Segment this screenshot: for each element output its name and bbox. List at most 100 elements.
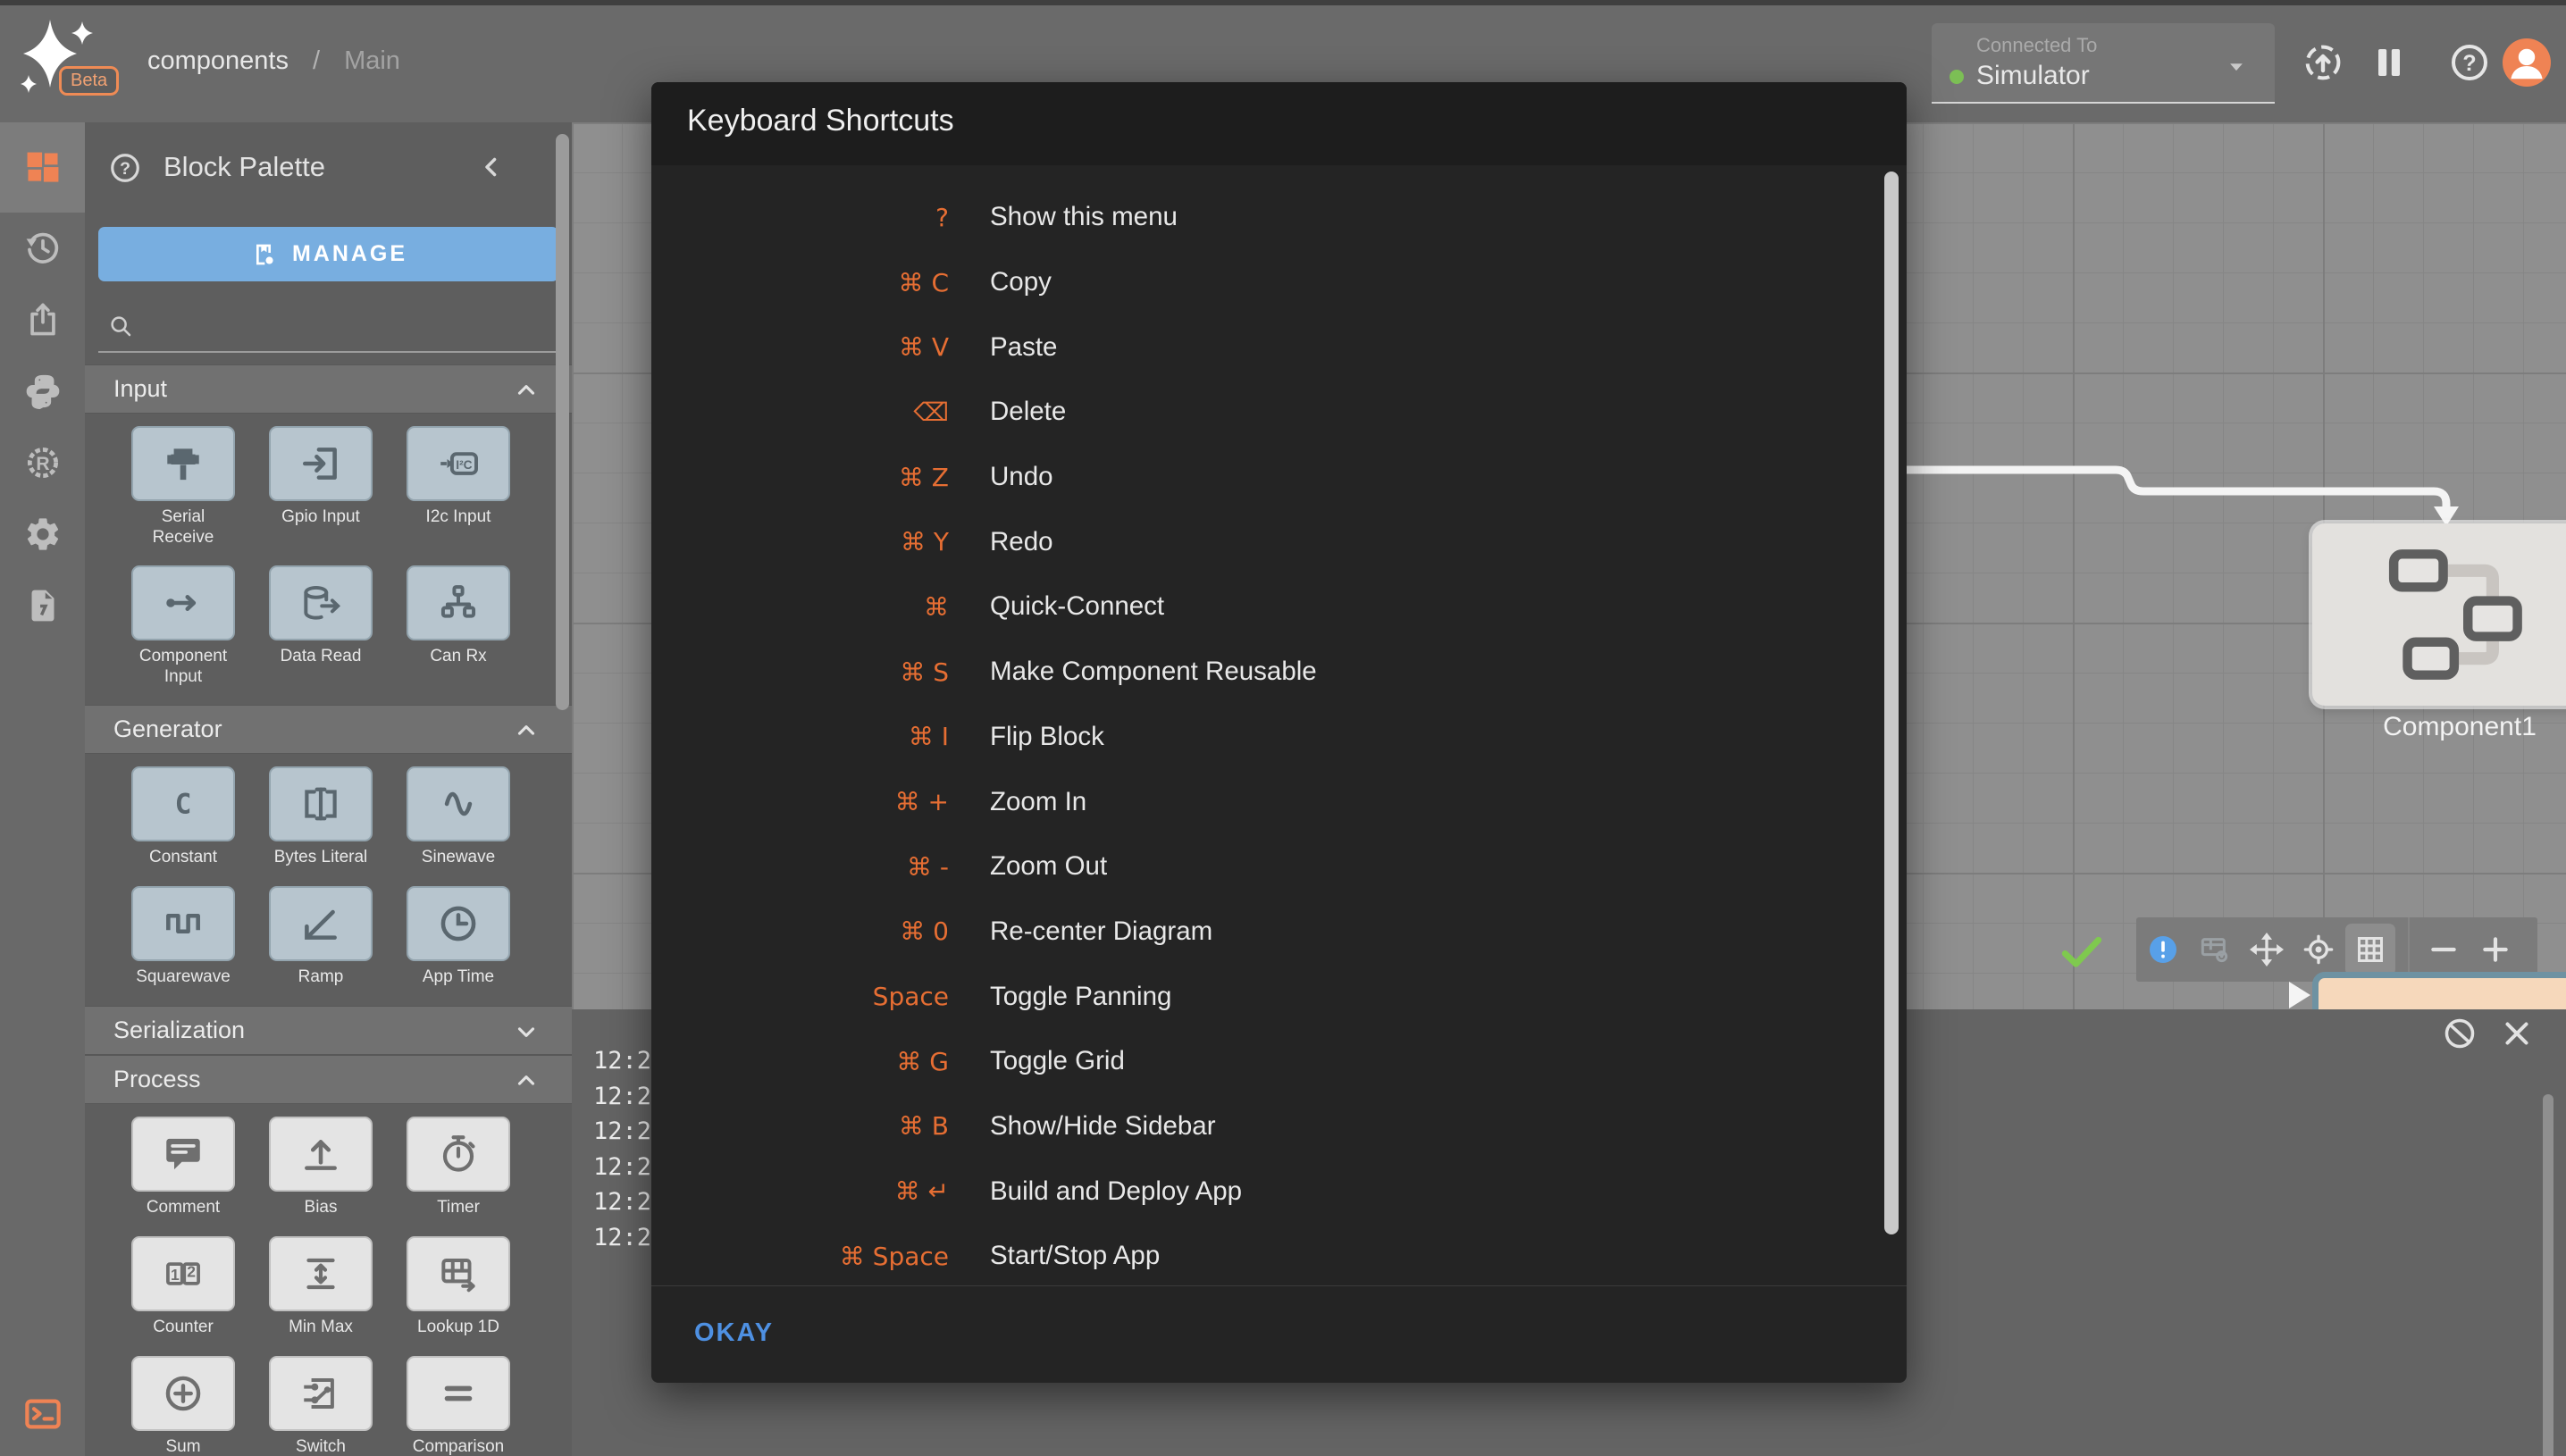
block-lookup-1d[interactable] — [407, 1236, 510, 1311]
compinput-icon — [166, 595, 197, 611]
comment-icon — [166, 1138, 200, 1170]
locate-button[interactable] — [2293, 924, 2344, 975]
okay-button[interactable]: OKAY — [678, 1310, 790, 1357]
console-scrollbar[interactable] — [2543, 1094, 2553, 1456]
rail-block-palette[interactable] — [0, 122, 85, 213]
person-icon — [2511, 48, 2543, 79]
toggle-grid-button[interactable] — [2345, 924, 2395, 975]
shortcut-keys: ⌘ - — [906, 851, 949, 882]
gpio-icon — [303, 448, 337, 480]
block-icon — [2444, 1018, 2475, 1049]
block-cell-counter: 1 2 Counter — [131, 1236, 235, 1338]
help-button[interactable]: ? — [2448, 41, 2491, 84]
rail-settings[interactable] — [0, 498, 85, 570]
dialog-scrollbar[interactable] — [1884, 172, 1899, 1234]
block-bytes-literal[interactable] — [269, 766, 373, 841]
block-sum[interactable] — [131, 1356, 235, 1431]
pause-button[interactable] — [2368, 41, 2411, 84]
block-i2c-input[interactable]: I²C — [407, 426, 510, 501]
console-clear-button[interactable] — [2441, 1015, 2478, 1052]
collapse-panel-button[interactable] — [476, 152, 507, 182]
section-header-generator[interactable]: Generator — [85, 705, 572, 754]
block-comparison[interactable] — [407, 1356, 510, 1431]
zoom-out-button[interactable] — [2419, 924, 2469, 975]
block-cell-data-read: Data Read — [269, 565, 373, 687]
block-constant[interactable]: C — [131, 766, 235, 841]
block-cell-bias: Bias — [269, 1117, 373, 1218]
block-counter[interactable]: 12 — [131, 1236, 235, 1311]
block-can-rx[interactable] — [407, 565, 510, 640]
rail-rust[interactable]: R — [0, 427, 85, 498]
shortcut-label: Zoom In — [990, 786, 1087, 816]
component-node[interactable] — [2312, 523, 2566, 706]
block-label: I2c Input — [425, 507, 491, 526]
counter-icon: 12 — [166, 1262, 200, 1285]
rail-export[interactable] — [0, 284, 85, 356]
connection-label: Connected To — [1976, 34, 2098, 56]
block-app-time[interactable] — [407, 886, 510, 961]
block-data-read[interactable] — [269, 565, 373, 640]
bias-icon — [305, 1140, 337, 1170]
pan-button[interactable] — [2242, 924, 2292, 975]
chevron-down-icon — [517, 1027, 535, 1037]
block-switch[interactable] — [269, 1356, 373, 1431]
rail-python[interactable] — [0, 356, 85, 427]
left-rail: R — [0, 122, 85, 1456]
block-cell-comment: Comment — [131, 1117, 235, 1218]
lookup-icon — [441, 1259, 475, 1293]
close-icon — [2505, 1022, 2528, 1045]
palette-help-icon[interactable]: ? — [108, 151, 142, 185]
block-squarewave[interactable] — [131, 886, 235, 961]
shortcut-label: Delete — [990, 397, 1067, 427]
breadcrumb-section[interactable]: components — [147, 46, 289, 76]
move-icon — [2249, 932, 2285, 967]
block-gpio-input[interactable] — [269, 426, 373, 501]
rail-terminal[interactable] — [0, 1393, 85, 1435]
section-header-input[interactable]: Input — [85, 364, 572, 414]
chevron-up-icon — [517, 725, 535, 735]
alerts-button[interactable] — [2138, 924, 2188, 975]
block-sinewave[interactable] — [407, 766, 510, 841]
manage-button[interactable]: MANAGE — [98, 227, 558, 281]
minus-icon — [2431, 947, 2456, 952]
svg-text:1: 1 — [171, 1266, 180, 1284]
block-component-input[interactable] — [131, 565, 235, 640]
block-ramp[interactable] — [269, 886, 373, 961]
shortcut-label: Paste — [990, 331, 1058, 362]
block-min-max[interactable] — [269, 1236, 373, 1311]
shortcut-keys: ⌘ S — [900, 657, 949, 687]
palette-search — [98, 301, 558, 353]
shortcut-keys: ⌘ Y — [900, 527, 949, 557]
deploy-button[interactable] — [2302, 41, 2344, 84]
block-comment[interactable] — [131, 1117, 235, 1192]
shortcut-list: ? Show this menu ⌘ C Copy ⌘ V Paste ⌫ Delete ⌘ Z… — [651, 165, 1907, 1286]
rail-history[interactable] — [0, 213, 85, 284]
block-cell-min-max: Min Max — [269, 1236, 373, 1338]
rail-code-file[interactable] — [0, 570, 85, 641]
block-bias[interactable] — [269, 1117, 373, 1192]
selected-block[interactable] — [2312, 972, 2566, 1009]
switch-icon — [304, 1378, 334, 1409]
history-icon — [26, 232, 58, 264]
connection-select[interactable]: Connected To Simulator — [1932, 23, 2275, 104]
section-label: Process — [113, 1066, 201, 1092]
account-avatar[interactable] — [2503, 38, 2551, 87]
console-line: 12:2 — [593, 1152, 652, 1181]
breadcrumb-separator: / — [313, 46, 321, 75]
gear-icon — [27, 518, 58, 550]
table-visibility-button[interactable] — [2190, 924, 2240, 975]
search-input[interactable] — [147, 313, 558, 339]
palette-scrollbar[interactable] — [556, 134, 569, 710]
shortcut-keys: ⌘ 0 — [900, 916, 949, 947]
sine-icon — [444, 791, 473, 816]
console-close-button[interactable] — [2498, 1015, 2536, 1052]
section-header-serialization[interactable]: Serialization — [85, 1006, 572, 1055]
zoom-in-button[interactable] — [2470, 924, 2520, 975]
block-serial-receive[interactable] — [131, 426, 235, 501]
shortcut-keys: ⌘ — [924, 591, 949, 622]
block-timer[interactable] — [407, 1117, 510, 1192]
section-header-process[interactable]: Process — [85, 1055, 572, 1104]
shortcut-label: Redo — [990, 526, 1053, 556]
block-cell-sum: Sum — [131, 1356, 235, 1456]
breadcrumb-page[interactable]: Main — [344, 46, 400, 76]
